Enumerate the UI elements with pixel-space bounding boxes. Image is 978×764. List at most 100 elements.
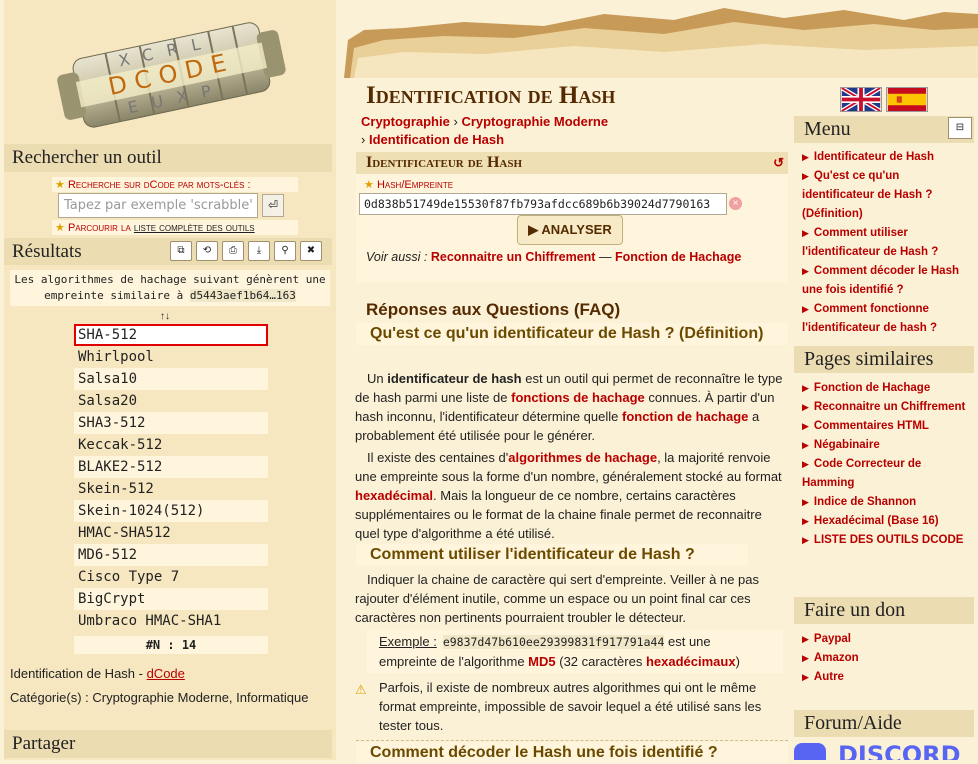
see-also-label: Voir aussi : xyxy=(366,250,428,264)
result-item[interactable]: Skein-512 xyxy=(74,478,268,500)
browse-tools-text[interactable]: liste complète des outils xyxy=(134,222,255,234)
spanish-flag-icon[interactable] xyxy=(886,87,928,112)
similar-link[interactable]: Fonction de Hachage xyxy=(814,382,930,394)
hash-input[interactable]: 0d838b51749de15530f87fb793afdcc689b6b390… xyxy=(359,193,727,215)
clear-input-icon[interactable]: × xyxy=(729,197,742,210)
similar-item[interactable]: ▶ LISTE DES OUTILS DCODE xyxy=(802,531,974,550)
bullet-icon: ▶ xyxy=(802,402,809,412)
copy-icon[interactable]: ⧉ xyxy=(170,241,192,261)
menu-link[interactable]: Comment utiliser l'identificateur de Has… xyxy=(802,227,938,258)
results-desc-line2: empreinte similaire à xyxy=(44,289,184,302)
result-item[interactable]: BigCrypt xyxy=(74,588,268,610)
example-box: Exemple : e9837d47b610ee29399831f917791a4… xyxy=(367,630,783,673)
similar-link[interactable]: Hexadécimal (Base 16) xyxy=(814,515,939,527)
english-flag-icon[interactable] xyxy=(840,87,882,112)
bullet-icon: ▶ xyxy=(802,634,809,644)
similar-link[interactable]: LISTE DES OUTILS DCODE xyxy=(814,534,964,546)
menu-link[interactable]: Qu'est ce qu'un identificateur de Hash ?… xyxy=(802,170,932,220)
breadcrumb-item[interactable]: Identification de Hash xyxy=(369,132,504,147)
star-icon: ★ xyxy=(364,179,374,191)
similar-link[interactable]: Négabinaire xyxy=(814,439,880,451)
result-item[interactable]: Keccak-512 xyxy=(74,434,268,456)
results-list: SHA-512 Whirlpool Salsa10 Salsa20 SHA3-5… xyxy=(74,324,268,632)
similar-item[interactable]: ▶ Reconnaitre un Chiffrement xyxy=(802,398,974,417)
see-also-link[interactable]: Reconnaitre un Chiffrement xyxy=(431,250,596,264)
meta-title: Identification de Hash - xyxy=(10,666,147,681)
donate-item[interactable]: ▶ Amazon xyxy=(802,649,974,668)
share-icon[interactable]: ⟲ xyxy=(196,241,218,261)
see-also-link[interactable]: Fonction de Hachage xyxy=(615,250,741,264)
breadcrumb-item[interactable]: Cryptographie xyxy=(361,114,450,129)
download-icon[interactable]: ⤓ xyxy=(248,241,270,261)
inline-link[interactable]: algorithmes de hachage xyxy=(508,450,657,465)
result-item[interactable]: Whirlpool xyxy=(74,346,268,368)
results-toolbar: ⧉ ⟲ ⎙ ⤓ ⚲ ✖ xyxy=(170,241,322,261)
discord-logo[interactable]: DISCORD xyxy=(794,743,974,760)
similar-item[interactable]: ▶ Code Correcteur de Hamming xyxy=(802,455,974,493)
bullet-icon: ▶ xyxy=(802,228,809,238)
similar-item[interactable]: ▶ Commentaires HTML xyxy=(802,417,974,436)
similar-link[interactable]: Commentaires HTML xyxy=(814,420,929,432)
inline-link[interactable]: fonction de hachage xyxy=(622,409,748,424)
result-item[interactable]: Umbraco HMAC-SHA1 xyxy=(74,610,268,632)
bullet-icon: ▶ xyxy=(802,383,809,393)
analyse-button[interactable]: ▶ ANALYSER xyxy=(517,215,623,245)
result-item[interactable]: BLAKE2-512 xyxy=(74,456,268,478)
result-item[interactable]: Cisco Type 7 xyxy=(74,566,268,588)
dcode-logo[interactable]: DCODE XCRL EUXP xyxy=(36,6,306,140)
faq-answer-paragraph: Il existe des centaines d'algorithmes de… xyxy=(355,448,787,543)
inline-link[interactable]: fonctions de hachage xyxy=(511,390,645,405)
donate-link[interactable]: Amazon xyxy=(814,652,859,664)
menu-item[interactable]: ▶ Comment décoder le Hash une fois identi… xyxy=(802,262,974,300)
inline-link[interactable]: MD5 xyxy=(528,654,555,669)
result-item[interactable]: SHA3-512 xyxy=(74,412,268,434)
bullet-icon: ▶ xyxy=(802,516,809,526)
sort-arrows-icon[interactable]: ↑↓ xyxy=(160,311,170,322)
inline-link[interactable]: hexadécimaux xyxy=(646,654,736,669)
bullet-icon: ▶ xyxy=(802,304,809,314)
bullet-icon: ▶ xyxy=(802,171,809,181)
inline-link[interactable]: hexadécimal xyxy=(355,488,433,503)
similar-link[interactable]: Code Correcteur de Hamming xyxy=(802,458,921,489)
result-item[interactable]: Skein-1024(512) xyxy=(74,500,268,522)
example-code: e9837d47b610ee29399831f917791a44 xyxy=(442,635,665,649)
similar-item[interactable]: ▶ Fonction de Hachage xyxy=(802,379,974,398)
see-also-dash: — xyxy=(598,250,612,264)
donate-item[interactable]: ▶ Paypal xyxy=(802,630,974,649)
results-description: Les algorithmes de hachage suivant génèr… xyxy=(10,270,330,306)
menu-item[interactable]: ▶ Qu'est ce qu'un identificateur de Hash … xyxy=(802,167,974,224)
menu-link[interactable]: Identificateur de Hash xyxy=(814,151,934,163)
dcode-link[interactable]: dCode xyxy=(147,666,185,681)
bullet-icon: ▶ xyxy=(802,266,809,276)
similar-link[interactable]: Reconnaitre un Chiffrement xyxy=(814,401,965,413)
menu-link[interactable]: Comment fonctionne l'identificateur de h… xyxy=(802,303,937,334)
donate-link[interactable]: Autre xyxy=(814,671,844,683)
menu-item[interactable]: ▶ Identificateur de Hash xyxy=(802,148,974,167)
similar-item[interactable]: ▶ Indice de Shannon xyxy=(802,493,974,512)
similar-item[interactable]: ▶ Négabinaire xyxy=(802,436,974,455)
breadcrumb-item[interactable]: Cryptographie Moderne xyxy=(461,114,608,129)
result-item[interactable]: Salsa20 xyxy=(74,390,268,412)
pin-icon[interactable]: ⚲ xyxy=(274,241,296,261)
menu-item[interactable]: ▶ Comment fonctionne l'identificateur de … xyxy=(802,300,974,338)
refresh-icon[interactable]: ↺ xyxy=(773,155,784,171)
search-submit-icon[interactable]: ⏎ xyxy=(262,194,284,217)
print-icon[interactable]: ⎙ xyxy=(222,241,244,261)
menu-item[interactable]: ▶ Comment utiliser l'identificateur de Ha… xyxy=(802,224,974,262)
donate-link[interactable]: Paypal xyxy=(814,633,851,645)
similar-item[interactable]: ▶ Hexadécimal (Base 16) xyxy=(802,512,974,531)
result-item[interactable]: Salsa10 xyxy=(74,368,268,390)
result-item[interactable]: MD6-512 xyxy=(74,544,268,566)
similar-link[interactable]: Indice de Shannon xyxy=(814,496,916,508)
text-fragment: Il existe des centaines d' xyxy=(367,450,509,465)
donate-item[interactable]: ▶ Autre xyxy=(802,668,974,687)
browse-tools-link[interactable]: ★ Parcourir la liste complète des outils xyxy=(52,220,298,235)
result-item[interactable]: HMAC-SHA512 xyxy=(74,522,268,544)
close-icon[interactable]: ✖ xyxy=(300,241,322,261)
faq-answer-paragraph: Indiquer la chaine de caractère qui sert… xyxy=(355,572,759,625)
collapse-menu-icon[interactable]: ⊟ xyxy=(948,117,972,139)
tool-search-input[interactable]: Tapez par exemple 'scrabble' xyxy=(58,193,258,218)
star-icon: ★ xyxy=(55,179,65,191)
menu-link[interactable]: Comment décoder le Hash une fois identif… xyxy=(802,265,959,296)
result-item[interactable]: SHA-512 xyxy=(74,324,268,346)
